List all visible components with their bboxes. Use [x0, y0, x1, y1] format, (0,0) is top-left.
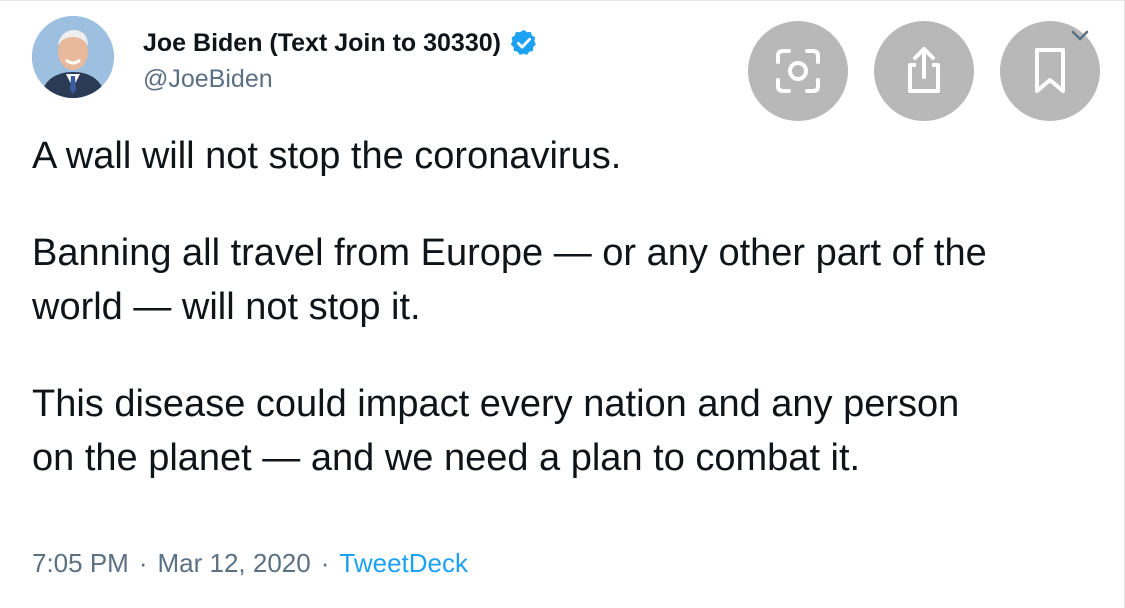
visual-search-icon	[776, 49, 820, 93]
visual-search-button[interactable]	[748, 21, 848, 121]
author-handle[interactable]: @JoeBiden	[143, 65, 273, 94]
share-icon	[908, 47, 940, 93]
tweet-paragraph: Banning all travel from Europe — or any …	[32, 226, 1102, 334]
avatar[interactable]	[32, 16, 114, 98]
tweet-line: Banning all travel from Europe — or any …	[32, 232, 987, 274]
tweet-line: world — will not stop it.	[32, 286, 421, 328]
tweet-paragraph: This disease could impact every nation a…	[32, 377, 1102, 485]
meta-separator: ·	[138, 548, 148, 578]
tweet-source-link[interactable]: TweetDeck	[339, 548, 468, 579]
chevron-down-icon[interactable]	[1070, 29, 1090, 43]
bookmark-icon	[1035, 48, 1065, 93]
tweet-card: Joe Biden (Text Join to 30330) @JoeBiden	[0, 0, 1125, 608]
tweet-line: on the planet — and we need a plan to co…	[32, 437, 861, 479]
profile-photo-icon	[32, 16, 114, 98]
tweet-line: This disease could impact every nation a…	[32, 383, 960, 425]
tweet-paragraph: A wall will not stop the coronavirus.	[32, 129, 1102, 183]
tweet-time[interactable]: 7:05 PM	[32, 548, 129, 579]
author-name-row: Joe Biden (Text Join to 30330)	[143, 28, 539, 58]
author-display-name[interactable]: Joe Biden (Text Join to 30330)	[143, 29, 501, 58]
tweet-line: A wall will not stop the coronavirus.	[32, 135, 622, 177]
tweet-text: A wall will not stop the coronavirus. Ba…	[32, 129, 1102, 485]
verified-badge-icon	[510, 29, 536, 55]
meta-separator: ·	[320, 548, 330, 578]
share-button[interactable]	[874, 21, 974, 121]
tweet-meta: 7:05 PM · Mar 12, 2020 · TweetDeck	[32, 548, 468, 579]
tweet-date[interactable]: Mar 12, 2020	[158, 548, 311, 579]
